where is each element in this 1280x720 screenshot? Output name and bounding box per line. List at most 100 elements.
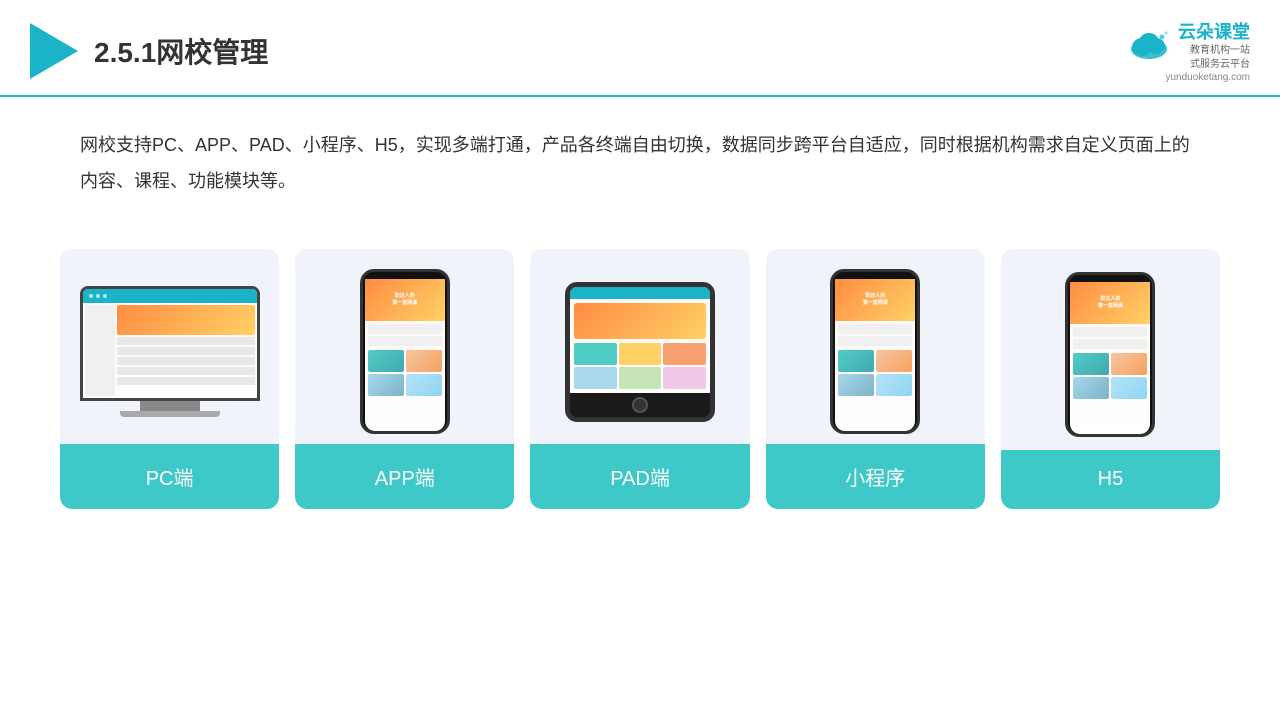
pc-dot-3 [103,294,107,298]
logo-triangle-icon [30,23,78,79]
pad-screen-header [570,287,710,299]
phone-mini-card-7 [838,374,874,396]
pc-row-2 [117,347,255,355]
card-miniprogram-label: 小程序 [766,444,985,509]
brand-url: yunduoketang.com [1165,72,1250,83]
phone-banner-2: 职达人的第一堂网课 [835,279,915,321]
phone-body: 职达人的第一堂网课 [360,269,450,434]
pc-row-1 [117,337,255,345]
pc-sidebar [85,305,115,396]
pad-device-mockup [565,282,715,422]
phone-screen-body-3 [1070,324,1150,434]
pad-card-2 [619,343,662,365]
header-left: 2.5.1网校管理 [30,23,268,79]
phone-notch-2 [862,272,888,279]
app-phone-mockup: 职达人的第一堂网课 [360,269,450,434]
pad-card-1 [574,343,617,365]
h5-phone-mockup: 职达人的第一堂网课 [1065,272,1155,437]
phone-notch [392,272,418,279]
pc-banner [117,305,255,335]
card-app: 职达人的第一堂网课 [295,249,514,509]
phone-mini-card-5 [838,350,874,372]
card-miniprogram: 职达人的第一堂网课 [766,249,985,509]
pc-screen-body [83,303,257,398]
phone-banner: 职达人的第一堂网课 [365,279,445,321]
pad-home-button [632,397,648,413]
phone-mini-card-8 [876,374,912,396]
platform-cards: PC端 职达人的第一堂网课 [0,229,1280,539]
card-pc-image [60,249,279,444]
pc-row-3 [117,357,255,365]
pc-device-mockup [80,286,260,417]
phone-mini-card-11 [1073,377,1109,399]
phone-screen-body [365,321,445,431]
pad-banner [574,303,706,339]
phone-mini-card-9 [1073,353,1109,375]
page-title: 2.5.1网校管理 [94,31,268,71]
brand-cloud-icon [1126,29,1172,61]
pc-dot-1 [89,294,93,298]
pc-row-4 [117,367,255,375]
pc-screen-header [83,289,257,303]
phone-row-6 [1073,339,1147,349]
phone-banner-text-3: 职达人的第一堂网课 [1098,296,1123,310]
card-pad-image [530,249,749,444]
phone-mini-card-6 [876,350,912,372]
phone-screen: 职达人的第一堂网课 [365,279,445,431]
card-pc-label: PC端 [60,444,279,509]
pc-content [117,305,255,396]
pc-stand [140,401,200,411]
card-app-image: 职达人的第一堂网课 [295,249,514,444]
phone-screen-body-2 [835,321,915,431]
card-pad-label: PAD端 [530,444,749,509]
pad-card-4 [574,367,617,389]
phone-row-4 [838,336,912,346]
phone-row-5 [1073,327,1147,337]
phone-notch-3 [1097,275,1123,282]
pc-screen [83,289,257,398]
pad-card-6 [663,367,706,389]
card-h5-image: 职达人的第一堂网课 [1001,249,1220,450]
card-h5-label: H5 [1001,450,1220,509]
phone-banner-text-2: 职达人的第一堂网课 [863,293,888,307]
pad-body [565,282,715,422]
phone-screen-2: 职达人的第一堂网课 [835,279,915,431]
pc-row-5 [117,377,255,385]
phone-mini-card-3 [368,374,404,396]
phone-mini-card-4 [406,374,442,396]
description-text: 网校支持PC、APP、PAD、小程序、H5，实现多端打通，产品各终端自由切换，数… [0,97,1280,219]
miniprogram-phone-mockup: 职达人的第一堂网课 [830,269,920,434]
brand-area: 云朵课堂 教育机构一站式服务云平台 yunduoketang.com [1126,18,1250,83]
phone-cards-mini [368,350,442,396]
phone-body-2: 职达人的第一堂网课 [830,269,920,434]
phone-mini-card-1 [368,350,404,372]
card-app-label: APP端 [295,444,514,509]
phone-row-1 [368,324,442,334]
phone-screen-3: 职达人的第一堂网课 [1070,282,1150,434]
phone-banner-text: 职达人的第一堂网课 [392,293,417,307]
phone-cards-mini-3 [1073,353,1147,399]
pc-base [120,411,220,417]
pad-screen [570,287,710,393]
phone-mini-card-10 [1111,353,1147,375]
brand-name-text: 云朵课堂 教育机构一站式服务云平台 [1178,18,1250,72]
card-miniprogram-image: 职达人的第一堂网课 [766,249,985,444]
pc-monitor [80,286,260,401]
pc-dot-2 [96,294,100,298]
phone-banner-3: 职达人的第一堂网课 [1070,282,1150,324]
phone-body-3: 职达人的第一堂网课 [1065,272,1155,437]
pad-screen-body [570,299,710,393]
pc-rows [117,337,255,396]
card-h5: 职达人的第一堂网课 [1001,249,1220,509]
pad-card-5 [619,367,662,389]
brand-tagline: 教育机构一站式服务云平台 [1178,44,1250,72]
pad-card-3 [663,343,706,365]
brand-row: 云朵课堂 教育机构一站式服务云平台 [1126,18,1250,72]
phone-cards-mini-2 [838,350,912,396]
page-header: 2.5.1网校管理 云朵课堂 教育机构一站式服务云平台 yunduoketang… [0,0,1280,97]
phone-mini-card-12 [1111,377,1147,399]
phone-row-3 [838,324,912,334]
pad-grid [574,343,706,389]
card-pc: PC端 [60,249,279,509]
phone-row-2 [368,336,442,346]
